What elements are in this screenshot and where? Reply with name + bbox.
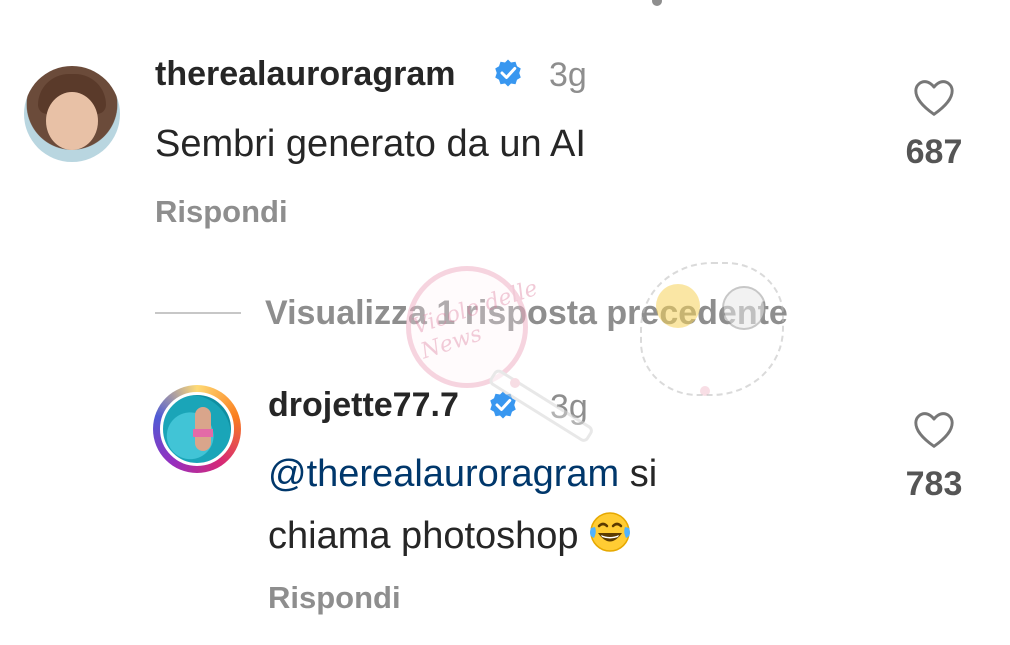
view-previous-replies-button[interactable]: Visualizza 1 risposta precedente — [155, 290, 788, 336]
verified-badge-icon — [490, 391, 516, 419]
like-count: 783 — [905, 465, 963, 503]
like-count: 687 — [905, 133, 963, 171]
avatar-face — [46, 92, 98, 150]
comment-timestamp: 3g — [550, 388, 588, 426]
comment-text-line1: si — [619, 453, 658, 495]
comment-text-line2: chiama photoshop — [268, 515, 579, 557]
mention-link[interactable]: @therealauroragram — [268, 453, 619, 495]
comment-timestamp: 3g — [549, 56, 587, 94]
comment-username[interactable]: drojette77.7 — [268, 386, 459, 425]
comment-text: Sembri generato da un AI — [155, 123, 586, 165]
heart-icon[interactable] — [912, 410, 956, 450]
comment-username[interactable]: therealauroragram — [155, 55, 455, 94]
verified-badge-icon — [495, 59, 521, 87]
reply-button[interactable]: Rispondi — [268, 580, 401, 616]
heart-icon[interactable] — [912, 78, 956, 118]
top-edge — [0, 0, 1010, 6]
face-with-tears-of-joy-emoji — [587, 510, 633, 573]
avatar[interactable] — [24, 66, 120, 162]
avatar-swimsuit — [193, 429, 213, 437]
watermark-paw — [700, 386, 710, 396]
reply-button[interactable]: Rispondi — [155, 194, 288, 230]
view-replies-label: Visualizza 1 risposta precedente — [265, 293, 788, 332]
thread-divider-line — [155, 312, 241, 314]
watermark-paw — [510, 378, 520, 388]
avatar[interactable] — [160, 392, 234, 466]
comment-text: @therealauroragram si chiama photoshop — [268, 443, 657, 573]
